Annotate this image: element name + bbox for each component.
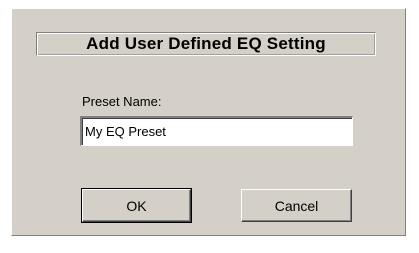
dialog-title-bar: Add User Defined EQ Setting	[36, 32, 376, 56]
dialog-title: Add User Defined EQ Setting	[86, 34, 326, 53]
preset-name-label: Preset Name:	[82, 94, 162, 109]
cancel-button[interactable]: Cancel	[241, 189, 352, 222]
eq-preset-dialog: Add User Defined EQ Setting Preset Name:…	[11, 8, 406, 236]
preset-name-input[interactable]	[80, 116, 353, 146]
ok-button[interactable]: OK	[81, 188, 192, 223]
